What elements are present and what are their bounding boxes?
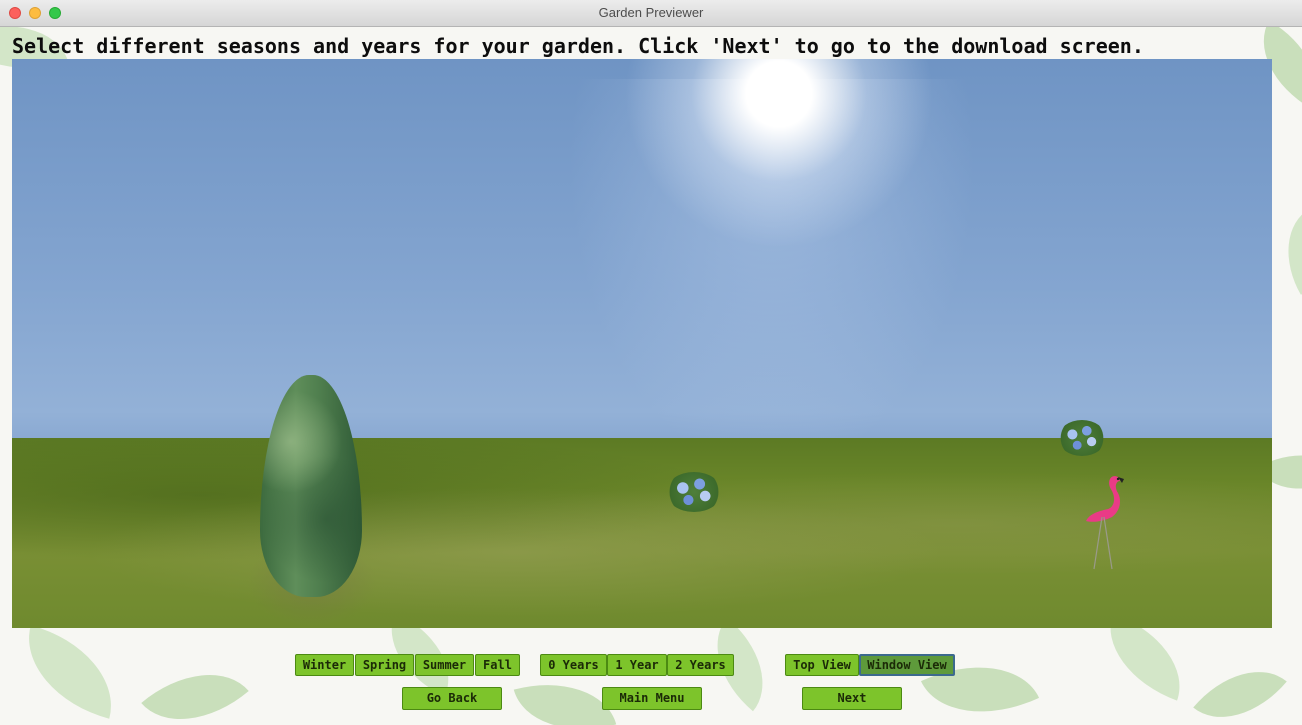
season-summer-button[interactable]: Summer [415,654,474,676]
window-view-button[interactable]: Window View [859,654,955,676]
go-back-button[interactable]: Go Back [402,687,502,710]
instructions-text: Select different seasons and years for y… [12,34,1144,58]
leaf-decoration [1193,646,1287,725]
window-titlebar: Garden Previewer [0,0,1302,27]
juniper-tree [260,375,362,597]
next-button[interactable]: Next [802,687,902,710]
leaf-decoration [920,638,1040,725]
leaf-decoration [141,645,249,725]
previewer-panel: Select different seasons and years for y… [0,27,1302,725]
leaf-decoration [12,625,128,719]
top-view-button[interactable]: Top View [785,654,859,676]
lawn-flamingo [1086,476,1124,570]
hydrangea-bush [666,472,722,512]
years-2-button[interactable]: 2 Years [667,654,734,676]
season-fall-button[interactable]: Fall [475,654,520,676]
season-winter-button[interactable]: Winter [295,654,354,676]
years-0-button[interactable]: 0 Years [540,654,607,676]
garden-preview-scene [12,59,1272,628]
years-1-button[interactable]: 1 Year [607,654,667,676]
main-menu-button[interactable]: Main Menu [602,687,702,710]
hydrangea-bush [1058,420,1106,456]
window-title: Garden Previewer [598,5,704,20]
season-spring-button[interactable]: Spring [355,654,414,676]
